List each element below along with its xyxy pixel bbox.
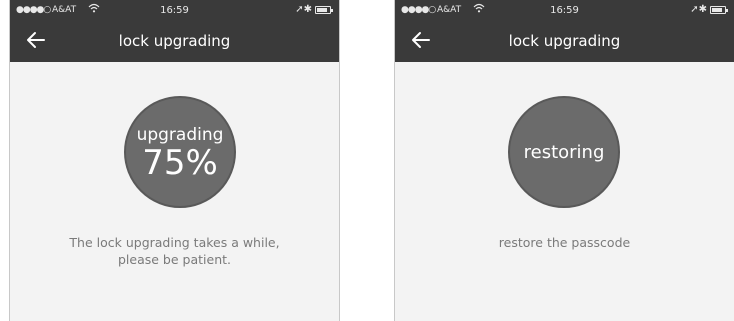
status-message-line1: restore the passcode bbox=[498, 235, 631, 250]
status-message-line2: please be patient. bbox=[118, 252, 231, 267]
nav-bar: lock upgrading bbox=[10, 22, 339, 62]
main-content: upgrading 75% The lock upgrading takes a… bbox=[10, 62, 339, 321]
page-title: lock upgrading bbox=[508, 32, 621, 50]
page-title: lock upgrading bbox=[118, 32, 231, 50]
status-message: restore the passcode bbox=[395, 234, 734, 251]
progress-label: restoring bbox=[523, 142, 605, 163]
upgrading-screen: ●●●●○ A&AT 16:59 ➚✱ lock upgrading upgra… bbox=[9, 0, 340, 321]
status-time: 16:59 bbox=[550, 5, 579, 16]
nav-bar: lock upgrading bbox=[395, 22, 734, 62]
status-bar: ●●●●○ A&AT 16:59 ➚✱ bbox=[10, 0, 339, 22]
main-content: restoring restore the passcode bbox=[395, 62, 734, 321]
status-message: The lock upgrading takes a while, please… bbox=[10, 234, 339, 268]
status-time: 16:59 bbox=[160, 5, 189, 16]
progress-label: upgrading bbox=[136, 125, 224, 145]
status-right-icons: ➚✱ bbox=[690, 4, 728, 15]
location-bluetooth-icons: ➚✱ bbox=[690, 4, 707, 15]
battery-icon bbox=[710, 5, 728, 14]
progress-circle: upgrading 75% bbox=[124, 96, 236, 208]
progress-circle: restoring bbox=[508, 96, 620, 208]
status-right-icons: ➚✱ bbox=[295, 4, 333, 15]
restoring-screen: ●●●●○ A&AT 16:59 ➚✱ lock upgrading resto… bbox=[394, 0, 734, 321]
location-bluetooth-icons: ➚✱ bbox=[295, 4, 312, 15]
status-bar: ●●●●○ A&AT 16:59 ➚✱ bbox=[395, 0, 734, 22]
progress-percent: 75% bbox=[142, 143, 218, 183]
battery-icon bbox=[315, 5, 333, 14]
status-message-line1: The lock upgrading takes a while, bbox=[69, 235, 280, 250]
